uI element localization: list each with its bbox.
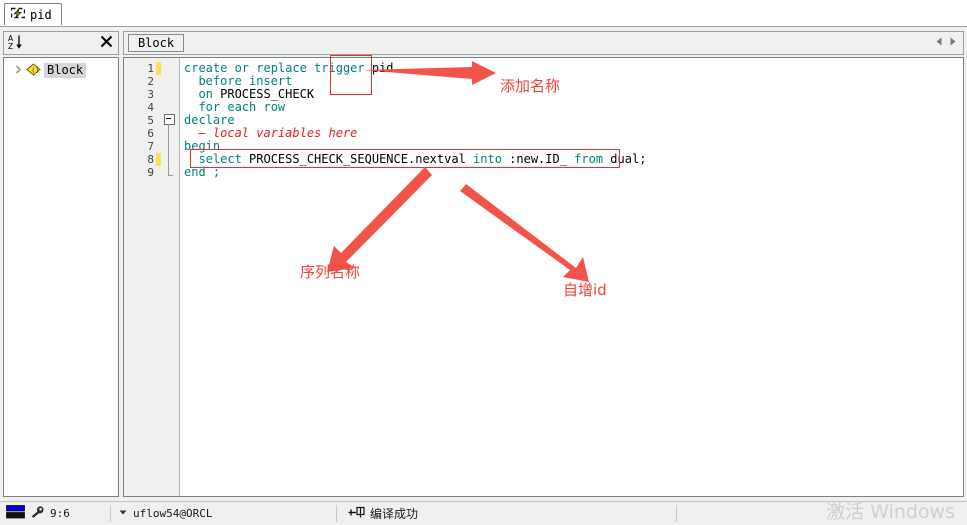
code-token: PROCESS_CHECK_SEQUENCE: [249, 152, 408, 166]
line-number: 5: [147, 114, 154, 127]
annotation-label-auto-increment-id: 自增id: [563, 281, 607, 299]
tab-strip: pid: [0, 0, 967, 27]
scroll-right-icon[interactable]: [948, 36, 957, 50]
code-token: create or replace trigger: [184, 61, 372, 75]
lightning-bolt-icon: [10, 7, 26, 22]
line-number: 3: [147, 88, 154, 101]
code-line: end ;: [184, 166, 646, 179]
sort-az-icon[interactable]: A Z: [8, 34, 23, 53]
code-token: for each row: [184, 100, 286, 114]
svg-text:(): (): [31, 66, 39, 74]
line-number: 9: [147, 166, 154, 179]
status-position-cell: 9:6: [6, 504, 70, 523]
code-text[interactable]: create or replace trigger pid before ins…: [184, 62, 646, 179]
tab-label: pid: [30, 7, 52, 22]
windows-activation-watermark: 激活 Windows: [826, 501, 955, 523]
wrench-icon[interactable]: [30, 505, 45, 522]
tree-item-block[interactable]: () Block: [4, 62, 118, 79]
close-icon[interactable]: [100, 35, 113, 51]
annotation-label-sequence-name: 序列名称: [300, 263, 361, 281]
tree-item-label: Block: [44, 63, 87, 78]
fold-guide-line: [168, 124, 169, 175]
code-token: dual;: [610, 152, 647, 166]
code-token: begin: [184, 139, 221, 153]
line-number: 6: [147, 127, 154, 140]
status-separator-1: [110, 505, 111, 522]
code-token: declare: [184, 113, 235, 127]
line-number: 7: [147, 140, 154, 153]
code-token: PROCESS_CHECK: [220, 87, 315, 101]
code-token: on: [184, 87, 221, 101]
code-token: end ;: [184, 165, 221, 179]
status-bar: 9:6 uflow54@ORCL 编译成功: [0, 501, 967, 525]
svg-text:Z: Z: [8, 42, 13, 50]
line-number: 8: [147, 153, 154, 166]
fold-toggle-declare[interactable]: [164, 114, 175, 125]
cursor-position: 9:6: [50, 507, 70, 520]
status-connection-cell[interactable]: uflow54@ORCL: [118, 504, 212, 523]
compile-status-label: 编译成功: [370, 507, 419, 521]
status-separator-2: [336, 505, 337, 522]
left-panel: A Z () Block: [3, 31, 119, 497]
flag-icon: [6, 505, 25, 522]
fold-guide-end: [168, 175, 173, 176]
status-compile-cell: 编译成功: [348, 504, 418, 523]
code-token: :new.ID_: [509, 152, 575, 166]
left-panel-toolbar: A Z: [3, 31, 119, 55]
editor-pane: Block 123456789 create or replace trigge…: [123, 31, 964, 497]
chevron-right-icon[interactable]: [14, 64, 23, 78]
block-diamond-icon: (): [26, 62, 41, 79]
application-window: pid A Z () Block Block 1 2 3 4 5 6 7 8 9…: [0, 0, 967, 525]
code-line: — local variables here: [184, 127, 646, 140]
compile-icon: [348, 506, 365, 522]
tab-pid[interactable]: pid: [4, 3, 62, 25]
code-token: into: [473, 152, 510, 166]
code-token: from: [574, 152, 611, 166]
line-number: 2: [147, 75, 154, 88]
code-token: — local variables here: [184, 126, 358, 140]
line-number: 1: [147, 62, 154, 75]
code-token: select: [184, 152, 250, 166]
code-token: pid: [371, 61, 394, 75]
block-tab-button[interactable]: Block: [128, 34, 184, 52]
code-token: nextval: [415, 152, 474, 166]
line-number-column: 123456789: [124, 62, 154, 179]
scroll-left-icon[interactable]: [935, 36, 944, 50]
change-bar-line-8: [156, 153, 161, 166]
status-separator-3: [676, 505, 677, 522]
toolbar-scrollers: [935, 36, 963, 50]
code-line: select PROCESS_CHECK_SEQUENCE.nextval in…: [184, 153, 646, 166]
editor-toolbar: Block: [123, 31, 964, 55]
annotation-label-add-name: 添加名称: [500, 77, 561, 95]
change-bar-line-1: [156, 62, 161, 75]
connection-label: uflow54@ORCL: [133, 507, 213, 520]
code-editor[interactable]: 123456789 create or replace trigger pid …: [123, 57, 964, 497]
object-tree[interactable]: () Block: [3, 57, 119, 497]
line-number: 4: [147, 101, 154, 114]
code-line: for each row: [184, 101, 646, 114]
chevron-down-icon[interactable]: [118, 507, 128, 520]
code-token: before insert: [184, 74, 293, 88]
